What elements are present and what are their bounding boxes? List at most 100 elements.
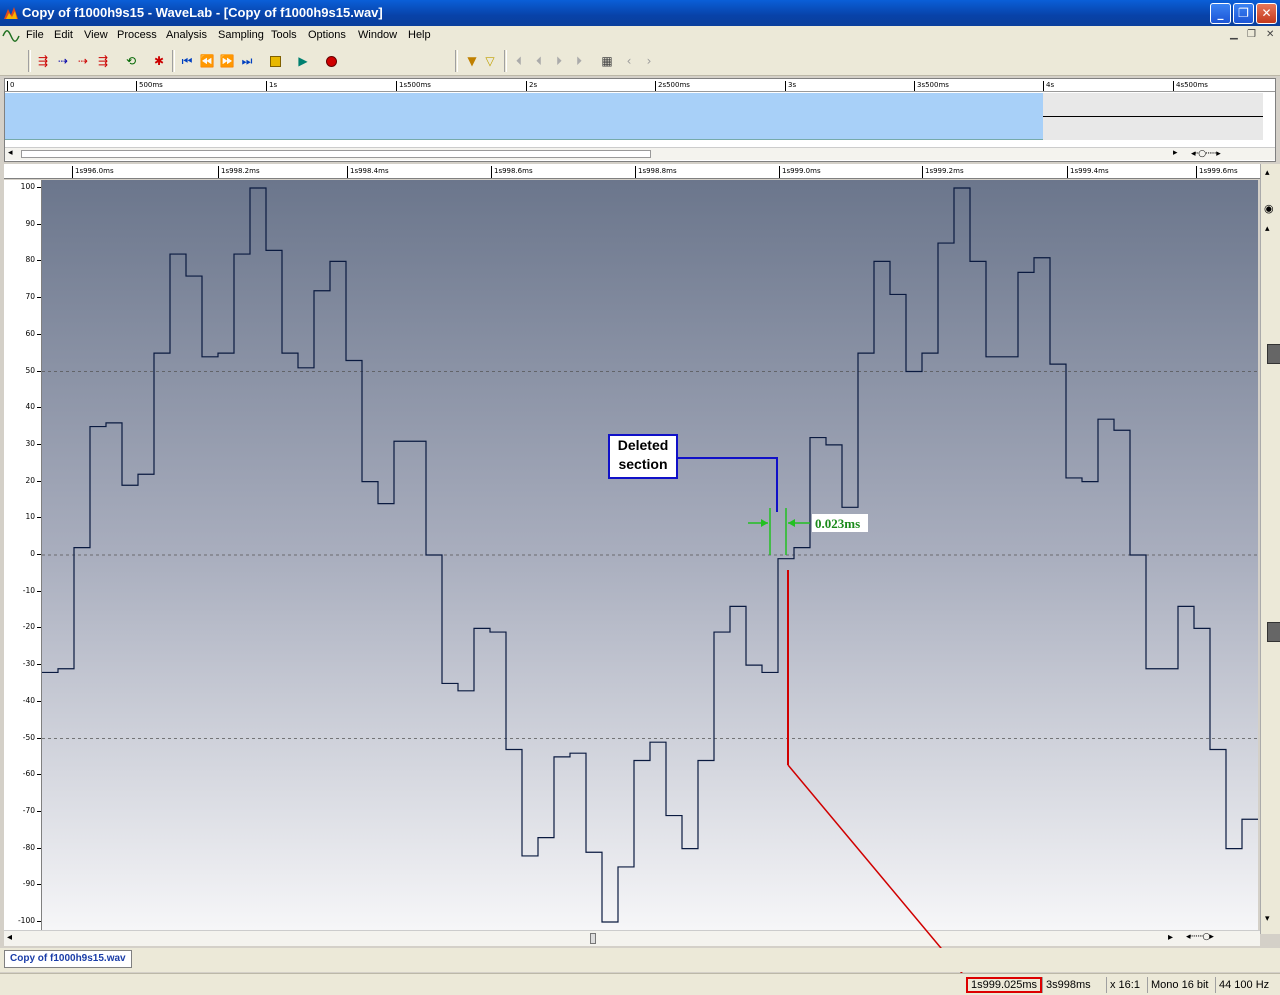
vertical-zoom-knob[interactable]: ◉ (1264, 202, 1274, 215)
horizontal-zoom-slider[interactable]: ◂·······○▸ (1186, 932, 1214, 942)
deleted-section-label-line1: Deleted (618, 437, 669, 453)
transport-toolbar: ⇶ ⇢ ⇢ ⇶ ⟲ ✱ ⏮ ⏪ ⏩ ⏭ ▶ ▼ ▽ ⏴ ⏴ ⏵ ⏵ ▦ ‹ › (0, 46, 1280, 76)
document-wave-icon[interactable] (2, 28, 20, 44)
time-tick: 1s998.6ms (491, 166, 533, 178)
menu-view[interactable]: View (84, 29, 108, 41)
deleted-section-label-line2: section (618, 456, 667, 472)
meter-panel[interactable] (1267, 622, 1280, 642)
amplitude-tick-label: 20 (25, 475, 41, 485)
overview-tick: 4s500ms (1173, 81, 1208, 91)
amplitude-tick-label: -90 (22, 879, 42, 889)
fast-forward-icon[interactable]: ⏩ (218, 52, 236, 70)
toolbar-separator (504, 50, 507, 72)
go-to-start-icon[interactable]: ⏮ (178, 52, 196, 70)
horizontal-scrollbar[interactable]: ◂ ▸ ◂·······○▸ (4, 930, 1260, 946)
cursor-right-icon[interactable]: ⇢ (54, 52, 72, 70)
zoom-status[interactable]: x 16:1 (1106, 977, 1143, 993)
gap-width-label: 0.023ms (815, 516, 860, 531)
status-bar: 1s999.025ms 3s998ms x 16:1 Mono 16 bit 4… (0, 973, 1280, 995)
amplitude-tick-label: 0 (30, 549, 41, 558)
sample-rate-status[interactable]: 44 100 Hz (1215, 977, 1272, 993)
prev-marker-icon[interactable]: ⏴ (510, 52, 528, 70)
menu-file[interactable]: File (26, 29, 44, 41)
meter-panel[interactable] (1267, 344, 1280, 364)
toolbar-separator (28, 50, 31, 72)
document-tab[interactable]: Copy of f1000h9s15.wav (4, 950, 132, 968)
fast-cursor-icon[interactable]: ⇶ (94, 52, 112, 70)
vertical-zoom-strip[interactable]: ▴ ◉ ▴ ▾ (1260, 164, 1280, 934)
move-cursor-icon[interactable]: ⇢ (74, 52, 92, 70)
wavelab-logo-icon (4, 7, 18, 19)
marker-dropdown-icon[interactable]: ▽ (481, 52, 499, 70)
horizontal-scroll-thumb[interactable] (590, 933, 596, 944)
format-status[interactable]: Mono 16 bit (1147, 977, 1211, 993)
prev-region-icon[interactable]: ⏴ (530, 52, 548, 70)
length-status[interactable]: 3s998ms (1042, 977, 1094, 993)
amplitude-tick-label: -60 (22, 769, 42, 779)
loop-icon[interactable]: ⟲ (122, 52, 140, 70)
menu-options[interactable]: Options (308, 29, 346, 41)
mdi-close-button[interactable]: ✕ (1266, 29, 1274, 40)
scroll-left-icon[interactable]: ◂ (7, 932, 12, 943)
restore-button[interactable]: ❐ (1233, 3, 1254, 24)
menu-sampling[interactable]: Sampling (218, 29, 264, 41)
menu-window[interactable]: Window (358, 29, 397, 41)
close-button[interactable]: ✕ (1256, 3, 1277, 24)
time-tick: 1s999.6ms (1196, 166, 1238, 178)
menu-edit[interactable]: Edit (54, 29, 73, 41)
play-icon[interactable]: ▶ (294, 52, 312, 70)
next-marker-icon[interactable]: ⏵ (570, 52, 588, 70)
edit-mode-icon[interactable]: ⇶ (34, 52, 52, 70)
scroll-up-icon[interactable]: ▴ (1265, 224, 1270, 234)
overview-ruler: 0 500ms 1s 1s500ms 2s 2s500ms 3s 3s500ms… (5, 79, 1275, 92)
marker-icon[interactable]: ✱ (150, 52, 168, 70)
time-tick: 1s999.4ms (1067, 166, 1109, 178)
time-tick: 1s999.0ms (779, 166, 821, 178)
go-to-end-icon[interactable]: ⏭ (238, 52, 256, 70)
overview-tick: 3s (785, 81, 796, 91)
toolbar-separator (172, 50, 175, 72)
cursor-position-status[interactable]: 1s999.025ms (966, 977, 1043, 993)
overview-scroll-thumb[interactable] (21, 150, 651, 158)
rewind-icon[interactable]: ⏪ (198, 52, 216, 70)
scroll-down-icon[interactable]: ▾ (1265, 914, 1270, 924)
amplitude-tick-label: -10 (22, 585, 42, 595)
window-title: Copy of f1000h9s15 - WaveLab - [Copy of … (22, 5, 383, 20)
menu-process[interactable]: Process (117, 29, 157, 41)
back-icon[interactable]: ‹ (620, 52, 638, 70)
calendar-icon[interactable]: ▦ (598, 52, 616, 70)
time-tick: 1s996.0ms (72, 166, 114, 178)
overview-empty-area[interactable] (1043, 93, 1263, 140)
overview-tick: 1s500ms (396, 81, 431, 91)
waveform-view[interactable]: Deleted section 0.023ms (42, 180, 1258, 930)
menu-tools[interactable]: Tools (271, 29, 297, 41)
amplitude-tick-label: 40 (25, 402, 41, 412)
time-tick: 1s998.8ms (635, 166, 677, 178)
time-tick: 1s998.2ms (218, 166, 260, 178)
overview-panel[interactable]: 0 500ms 1s 1s500ms 2s 2s500ms 3s 3s500ms… (4, 78, 1276, 162)
overview-scrollbar[interactable]: ◂ ▸ ◂··○······▸ (5, 147, 1275, 160)
amplitude-tick-label: 80 (25, 255, 41, 265)
waveform-canvas[interactable]: Deleted section 0.023ms (42, 180, 1258, 930)
scroll-left-icon[interactable]: ◂ (8, 148, 13, 158)
amplitude-axis: 100 90 80 70 60 50 40 30 20 10 0 -10 -20 -30 -40 -50 -60… (4, 180, 42, 930)
menu-analysis[interactable]: Analysis (166, 29, 207, 41)
scroll-right-icon[interactable]: ▸ (1173, 148, 1178, 158)
overview-waveform[interactable] (5, 93, 1043, 140)
amplitude-tick-label: -40 (22, 695, 42, 705)
menu-help[interactable]: Help (408, 29, 431, 41)
zoom-slider[interactable]: ◂··○······▸ (1191, 149, 1221, 159)
amplitude-tick-label: -80 (22, 842, 42, 852)
next-region-icon[interactable]: ⏵ (550, 52, 568, 70)
forward-icon[interactable]: › (640, 52, 658, 70)
time-ruler[interactable]: 1s996.0ms 1s998.2ms 1s998.4ms 1s998.6ms … (4, 164, 1260, 179)
mdi-minimize-button[interactable]: ▁ (1230, 29, 1238, 40)
minimize-button[interactable]: _ (1210, 3, 1231, 24)
mdi-restore-button[interactable]: ❐ (1247, 29, 1256, 40)
record-icon[interactable] (322, 52, 340, 70)
stop-icon[interactable] (266, 52, 284, 70)
overview-tick: 0 (7, 81, 14, 91)
marker-filter-icon[interactable]: ▼ (463, 52, 481, 70)
scroll-up-icon[interactable]: ▴ (1265, 168, 1270, 178)
scroll-right-icon[interactable]: ▸ (1168, 932, 1173, 943)
